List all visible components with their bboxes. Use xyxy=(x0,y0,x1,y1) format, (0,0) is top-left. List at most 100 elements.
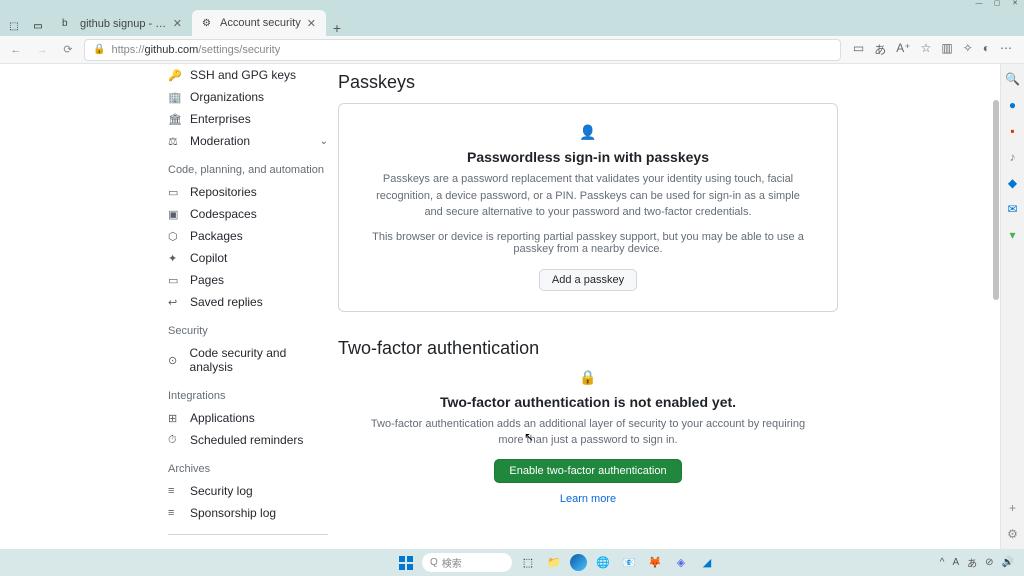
sidebar-item-sponsorship-log[interactable]: ≡Sponsorship log xyxy=(168,502,328,524)
tray-icon[interactable]: A xyxy=(952,557,959,568)
sidebar-item-label: Packages xyxy=(190,229,243,243)
sidebar-item-label: Codespaces xyxy=(190,207,257,221)
nav-icon: ▭ xyxy=(168,186,182,199)
card-body: Passkeys are a password replacement that… xyxy=(369,171,807,221)
nav-icon: ⊞ xyxy=(168,412,182,425)
github-icon: ⚙ xyxy=(202,17,214,29)
vscode-icon[interactable]: ◢ xyxy=(697,553,717,573)
more-icon[interactable]: ⋯ xyxy=(1000,41,1012,58)
close-tab-icon[interactable]: ✕ xyxy=(173,17,182,30)
app-icon[interactable]: 📧 xyxy=(619,553,639,573)
tray-icon[interactable]: ^ xyxy=(940,557,945,568)
taskbar-search[interactable]: Q 検索 xyxy=(422,553,512,572)
close-tab-icon[interactable]: ✕ xyxy=(307,17,316,30)
sidebar-item-enterprises[interactable]: 🏛 Enterprises xyxy=(168,108,328,130)
sidebar-item-organizations[interactable]: 🏢Organizations xyxy=(168,86,328,108)
sidebar-item-codespaces[interactable]: ▣Codespaces xyxy=(168,203,328,225)
chevron-down-icon: ⌄ xyxy=(320,136,328,147)
passkeys-card: 👤 Passwordless sign-in with passkeys Pas… xyxy=(338,103,838,312)
collections-icon[interactable]: ✧ xyxy=(963,41,973,58)
edge-sidebar: 🔍 ● ▪ ♪ ◆ ✉ ▾ + ⚙ xyxy=(1000,64,1024,549)
sidebar-item-saved-replies[interactable]: ↩ Saved replies xyxy=(168,291,328,313)
sidebar-item-label: Sponsorship log xyxy=(190,506,276,520)
explorer-icon[interactable]: 📁 xyxy=(544,553,564,573)
rail-icon[interactable]: ● xyxy=(1009,98,1016,112)
nav-icon: 🏛 xyxy=(168,113,182,126)
nav-icon: 🔑 xyxy=(168,69,182,82)
scrollbar-thumb[interactable] xyxy=(993,100,999,300)
back-button[interactable]: ← xyxy=(6,40,26,60)
lock-icon: 🔒 xyxy=(93,44,105,55)
sidebar-heading: Code, planning, and automation xyxy=(168,164,328,176)
maximize-button[interactable]: ▢ xyxy=(988,0,1006,8)
scrollbar[interactable] xyxy=(992,64,1000,529)
system-tray[interactable]: ^ Aあ ⊘ 🔊 xyxy=(940,555,1014,570)
browser-tab-active[interactable]: ⚙ Account security ✕ xyxy=(192,10,326,36)
chrome-icon[interactable]: 🌐 xyxy=(593,553,613,573)
close-window-button[interactable]: ✕ xyxy=(1006,0,1024,8)
card-heading: Passwordless sign-in with passkeys xyxy=(369,149,807,165)
add-passkey-button[interactable]: Add a passkey xyxy=(539,269,637,291)
rail-icon[interactable]: ✉ xyxy=(1007,202,1017,216)
sidebar-item-label: Security log xyxy=(190,484,253,498)
start-button[interactable] xyxy=(396,553,416,573)
sidebar-item-ssh-and-gpg-keys[interactable]: 🔑SSH and GPG keys xyxy=(168,64,328,86)
enable-2fa-button[interactable]: Enable two-factor authentication xyxy=(494,459,681,483)
reload-button[interactable]: ⟳ xyxy=(58,40,78,60)
search-placeholder: 検索 xyxy=(442,555,462,570)
browser-tab[interactable]: b github signup - 検索 ✕ xyxy=(52,10,192,36)
sidebar-item-scheduled-reminders[interactable]: ⏱Scheduled reminders xyxy=(168,429,328,451)
sidebar-item-code-security-and-analysis[interactable]: ⊙Code security and analysis xyxy=(168,342,328,378)
task-icon[interactable]: ⬚ xyxy=(518,553,538,573)
forward-button: → xyxy=(32,40,52,60)
sidebar-item-applications[interactable]: ⊞Applications xyxy=(168,407,328,429)
rail-icon[interactable]: ▪ xyxy=(1010,124,1014,138)
app-icon[interactable]: ◈ xyxy=(671,553,691,573)
address-bar[interactable]: 🔒 https://github.com/settings/security xyxy=(84,39,841,61)
tray-icon[interactable]: あ xyxy=(967,555,977,570)
sidebar-item-moderation[interactable]: ⚖Moderation⌄ xyxy=(168,130,328,152)
tray-icon[interactable]: ⊘ xyxy=(985,557,993,568)
nav-icon: ▭ xyxy=(168,274,182,287)
sidebar-item-repositories[interactable]: ▭Repositories xyxy=(168,181,328,203)
tfa-body: Two-factor authentication adds an additi… xyxy=(368,416,808,449)
profile-icon[interactable]: ◐ xyxy=(983,41,990,58)
sidebar-item-label: Copilot xyxy=(190,251,227,265)
nav-icon: ↩ xyxy=(168,296,182,309)
sidebar-item-pages[interactable]: ▭ Pages xyxy=(168,269,328,291)
learn-more-link[interactable]: Learn more xyxy=(560,493,616,505)
rail-add-icon[interactable]: + xyxy=(1009,501,1016,515)
edge-icon[interactable] xyxy=(570,554,587,571)
translate-icon[interactable]: あ xyxy=(874,41,886,58)
tab-title: github signup - 検索 xyxy=(80,15,167,31)
nav-icon: ⬡ xyxy=(168,230,182,243)
url-text: https://github.com/settings/security xyxy=(111,44,280,56)
sidebar-item-label: Saved replies xyxy=(190,295,263,309)
sidebar-item-label: Pages xyxy=(190,273,224,287)
sidebar-item-packages[interactable]: ⬡ Packages xyxy=(168,225,328,247)
tray-icon[interactable]: 🔊 xyxy=(1002,557,1014,568)
rail-icon[interactable]: ♪ xyxy=(1010,150,1016,164)
sidebar-item-label: Enterprises xyxy=(190,112,251,126)
sidebar-item-security-log[interactable]: ≡Security log xyxy=(168,480,328,502)
rail-icon[interactable]: ◆ xyxy=(1008,176,1017,190)
rail-settings-icon[interactable]: ⚙ xyxy=(1007,527,1018,541)
split-icon[interactable]: ▥ xyxy=(941,41,952,58)
rail-icon[interactable]: ▾ xyxy=(1009,228,1015,242)
sidebar-heading: Integrations xyxy=(168,390,328,402)
minimize-button[interactable]: — xyxy=(970,0,988,8)
read-aloud-icon[interactable]: A⁺ xyxy=(896,41,910,58)
sidebar-item-copilot[interactable]: ✦Copilot xyxy=(168,247,328,269)
favorite-icon[interactable]: ☆ xyxy=(921,41,932,58)
sidebar-heading: Security xyxy=(168,325,328,337)
search-icon[interactable]: 🔍 xyxy=(1005,72,1020,86)
ext-icon[interactable]: ▭ xyxy=(853,41,864,58)
app-icon-2: ▭ xyxy=(28,16,48,36)
taskbar: Q 検索 ⬚ 📁 🌐 📧 🦊 ◈ ◢ ^ Aあ ⊘ 🔊 xyxy=(0,549,1024,576)
new-tab-button[interactable]: + xyxy=(326,20,348,36)
sidebar-item-label: Organizations xyxy=(190,90,264,104)
tab-title: Account security xyxy=(220,17,301,29)
firefox-icon[interactable]: 🦊 xyxy=(645,553,665,573)
sidebar-item-label: Moderation xyxy=(190,134,250,148)
sidebar-item-label: Code security and analysis xyxy=(190,346,328,374)
